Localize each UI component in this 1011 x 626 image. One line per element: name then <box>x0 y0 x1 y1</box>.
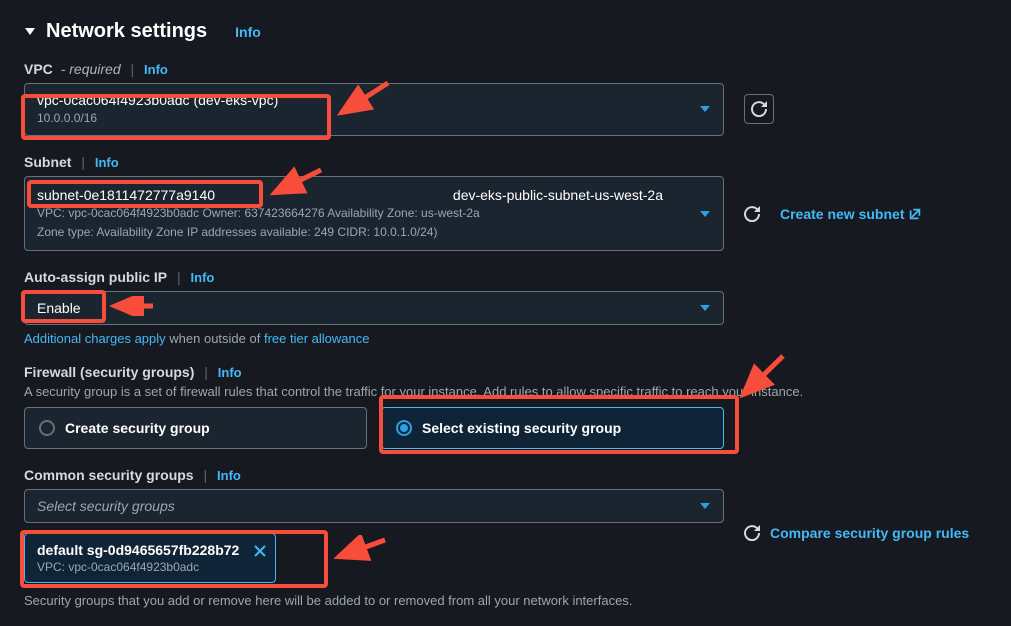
sg-chip-main: default sg-0d9465657fb228b72 <box>37 542 239 558</box>
charges-link[interactable]: Additional charges apply <box>24 331 166 346</box>
sg-chip-remove[interactable] <box>253 542 267 563</box>
create-subnet-link[interactable]: Create new subnet <box>780 206 922 222</box>
chevron-down-icon <box>699 210 711 218</box>
vpc-label: VPC <box>24 61 53 77</box>
subnet-label: Subnet <box>24 154 71 170</box>
autoip-footnote: Additional charges apply when outside of… <box>24 331 987 346</box>
firewall-help: A security group is a set of firewall ru… <box>24 384 987 399</box>
info-link-header[interactable]: Info <box>235 24 261 40</box>
select-sg-label: Select existing security group <box>422 420 621 436</box>
autoip-label-row: Auto-assign public IP | Info <box>24 269 987 285</box>
refresh-icon <box>744 206 760 222</box>
vpc-select-value: vpc-0cac064f4923b0adc (dev-eks-vpc) <box>37 92 683 108</box>
sg-refresh-button[interactable] <box>744 525 760 541</box>
common-sg-select[interactable]: Select security groups <box>24 489 724 523</box>
common-sg-label-row: Common security groups | Info <box>24 467 987 483</box>
subnet-refresh-button[interactable] <box>744 206 760 222</box>
close-icon <box>253 544 267 558</box>
sg-chip: default sg-0d9465657fb228b72 VPC: vpc-0c… <box>24 533 276 583</box>
vpc-label-row: VPC - required | Info <box>24 61 987 77</box>
subnet-label-row: Subnet | Info <box>24 154 987 170</box>
autoip-label: Auto-assign public IP <box>24 269 167 285</box>
vpc-select-sub: 10.0.0.0/16 <box>37 110 683 127</box>
vpc-info-link[interactable]: Info <box>144 62 168 77</box>
refresh-icon <box>751 101 767 117</box>
subnet-select[interactable]: subnet-0e1811472777a9140 dev-eks-public-… <box>24 176 724 252</box>
vpc-required: - required <box>61 61 121 77</box>
chevron-down-icon <box>699 304 711 312</box>
firewall-info-link[interactable]: Info <box>218 365 242 380</box>
vpc-select[interactable]: vpc-0cac064f4923b0adc (dev-eks-vpc) 10.0… <box>24 83 724 136</box>
common-sg-placeholder: Select security groups <box>37 498 175 514</box>
subnet-select-name: dev-eks-public-subnet-us-west-2a <box>453 187 663 203</box>
common-sg-footer: Security groups that you add or remove h… <box>24 593 724 608</box>
subnet-select-sub2: Zone type: Availability Zone IP addresse… <box>37 224 683 241</box>
section-title: Network settings <box>46 20 207 43</box>
compare-sg-link[interactable]: Compare security group rules <box>770 525 969 541</box>
subnet-select-id: subnet-0e1811472777a9140 <box>37 187 215 203</box>
subnet-info-link[interactable]: Info <box>95 155 119 170</box>
chevron-down-icon <box>699 502 711 510</box>
common-sg-info-link[interactable]: Info <box>217 468 241 483</box>
section-header[interactable]: Network settings Info <box>24 20 987 43</box>
chevron-down-icon <box>699 105 711 113</box>
autoip-info-link[interactable]: Info <box>191 270 215 285</box>
freetier-link[interactable]: free tier allowance <box>264 331 370 346</box>
autoip-select[interactable]: Enable <box>24 291 724 325</box>
external-link-icon <box>908 207 922 221</box>
firewall-label-row: Firewall (security groups) | Info <box>24 364 987 380</box>
select-sg-radio[interactable]: Select existing security group <box>381 407 724 449</box>
firewall-label: Firewall (security groups) <box>24 364 194 380</box>
radio-icon <box>39 420 55 436</box>
caret-down-icon <box>24 20 36 43</box>
common-sg-label: Common security groups <box>24 467 194 483</box>
autoip-value: Enable <box>37 300 683 316</box>
sg-chip-sub: VPC: vpc-0cac064f4923b0adc <box>37 560 239 574</box>
refresh-icon <box>744 525 760 541</box>
radio-icon <box>396 420 412 436</box>
vpc-refresh-button[interactable] <box>744 94 774 124</box>
subnet-select-sub1: VPC: vpc-0cac064f4923b0adc Owner: 637423… <box>37 205 683 222</box>
create-sg-label: Create security group <box>65 420 210 436</box>
create-sg-radio[interactable]: Create security group <box>24 407 367 449</box>
